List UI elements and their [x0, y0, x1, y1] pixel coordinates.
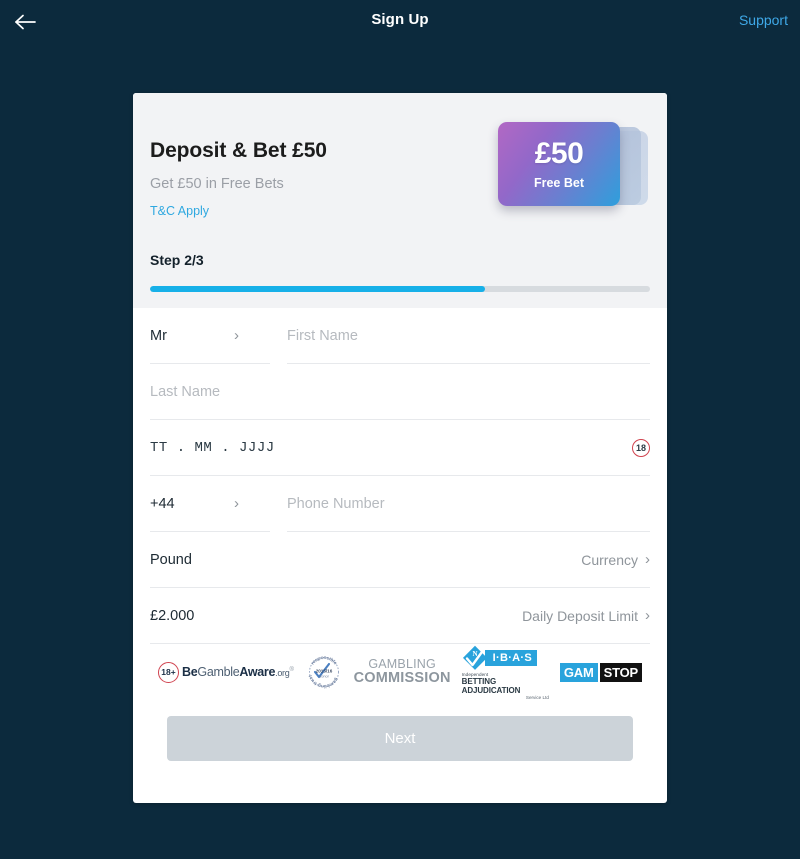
rgt-roundel-icon: responsible gambling trust 2015/16 donor	[307, 655, 339, 689]
progress-bar-fill	[150, 286, 485, 292]
svg-text:responsible: responsible	[309, 655, 338, 666]
ticket-front-layer: £50 Free Bet	[498, 122, 620, 206]
gamstop-part1: GAM	[559, 662, 598, 682]
ibas-logo: N I·B·A·S Independent BETTING ADJUDICATI…	[462, 645, 549, 700]
ibas-diamond-check-icon: N	[462, 645, 488, 671]
first-name-placeholder: First Name	[287, 327, 358, 344]
daily-deposit-limit-action: Daily Deposit Limit ›	[522, 608, 650, 624]
ibas-line2: BETTING ADJUDICATION	[461, 676, 521, 695]
responsible-gambling-trust-logo: responsible gambling trust 2015/16 donor	[305, 653, 343, 691]
free-bet-ticket: £50 Free Bet	[498, 117, 650, 221]
gamstop-logo: GAM STOP	[559, 662, 642, 682]
gambling-commission-line2: COMMISSION	[353, 669, 451, 686]
form-row-phone: +44 › Phone Number	[150, 476, 650, 532]
begambleaware-logo: 18+ BeGambleAware.org®	[158, 661, 294, 683]
step-label: Step 2/3	[150, 252, 204, 268]
bga-suffix: .org	[275, 668, 290, 678]
title-select[interactable]: Mr ›	[150, 308, 270, 364]
begambleaware-text: BeGambleAware.org®	[182, 665, 294, 679]
18-plus-icon: 18+	[158, 661, 179, 683]
svg-text:N: N	[472, 650, 477, 658]
last-name-field[interactable]: Last Name	[150, 364, 650, 420]
signup-form: Mr › First Name Last Name TT . MM . JJJJ…	[133, 308, 667, 783]
ticket-caption: Free Bet	[533, 175, 585, 190]
promo-subtitle: Get £50 in Free Bets	[150, 176, 284, 192]
country-code-value: +44	[150, 495, 175, 512]
first-name-field[interactable]: First Name	[287, 308, 650, 364]
ticket-amount: £50	[534, 136, 584, 170]
chevron-right-icon: ›	[645, 551, 650, 568]
form-row-last-name: Last Name	[150, 364, 650, 420]
bga-part3: Aware	[239, 665, 276, 679]
compliance-logos: 18+ BeGambleAware.org® responsible gambl…	[150, 644, 650, 700]
phone-number-field[interactable]: Phone Number	[287, 476, 650, 532]
title-value: Mr	[150, 327, 167, 344]
daily-deposit-limit-label: Daily Deposit Limit	[522, 607, 638, 624]
chevron-right-icon: ›	[234, 495, 239, 512]
bga-part2: Gamble	[197, 665, 240, 679]
daily-deposit-limit-selector[interactable]: £2.000 Daily Deposit Limit ›	[150, 588, 650, 644]
currency-label: Currency	[581, 551, 638, 568]
progress-bar	[150, 286, 650, 292]
date-of-birth-value: TT . MM . JJJJ	[150, 439, 275, 456]
daily-deposit-limit-value: £2.000	[150, 607, 195, 624]
svg-text:donor: donor	[319, 675, 329, 679]
svg-text:2015/16: 2015/16	[315, 669, 332, 674]
form-row-currency: Pound Currency ›	[150, 532, 650, 588]
top-bar: Sign Up Support	[0, 0, 800, 44]
bga-part1: Be	[182, 665, 198, 679]
page-title: Sign Up	[371, 11, 429, 28]
age-18-badge: 18	[632, 438, 650, 457]
signup-card: Deposit & Bet £50 Get £50 in Free Bets T…	[133, 93, 667, 803]
next-button[interactable]: Next	[167, 716, 633, 761]
chevron-right-icon: ›	[645, 607, 650, 624]
chevron-right-icon: ›	[234, 327, 239, 344]
gambling-commission-logo: GAMBLING COMMISSION	[354, 658, 451, 686]
form-row-deposit-limit: £2.000 Daily Deposit Limit ›	[150, 588, 650, 644]
date-of-birth-field[interactable]: TT . MM . JJJJ 18	[150, 420, 650, 476]
terms-link[interactable]: T&C Apply	[150, 204, 209, 218]
form-row-dob: TT . MM . JJJJ 18	[150, 420, 650, 476]
phone-number-placeholder: Phone Number	[287, 495, 385, 512]
ibas-acronym: I·B·A·S	[484, 649, 538, 666]
currency-selector[interactable]: Pound Currency ›	[150, 532, 650, 588]
currency-action: Currency ›	[581, 552, 650, 568]
currency-value: Pound	[150, 551, 192, 568]
form-row-name: Mr › First Name	[150, 308, 650, 364]
promo-header: Deposit & Bet £50 Get £50 in Free Bets T…	[133, 93, 667, 308]
ibas-top-row: N I·B·A·S	[462, 645, 538, 671]
registered-mark-icon: ®	[289, 666, 294, 673]
country-code-select[interactable]: +44 ›	[150, 476, 270, 532]
promo-title: Deposit & Bet £50	[150, 139, 327, 162]
footer-actions: Next	[150, 700, 650, 783]
ibas-line3: Service Ltd	[525, 694, 549, 700]
gamstop-part2: STOP	[599, 662, 642, 682]
last-name-placeholder: Last Name	[150, 383, 221, 400]
support-link[interactable]: Support	[739, 12, 788, 28]
